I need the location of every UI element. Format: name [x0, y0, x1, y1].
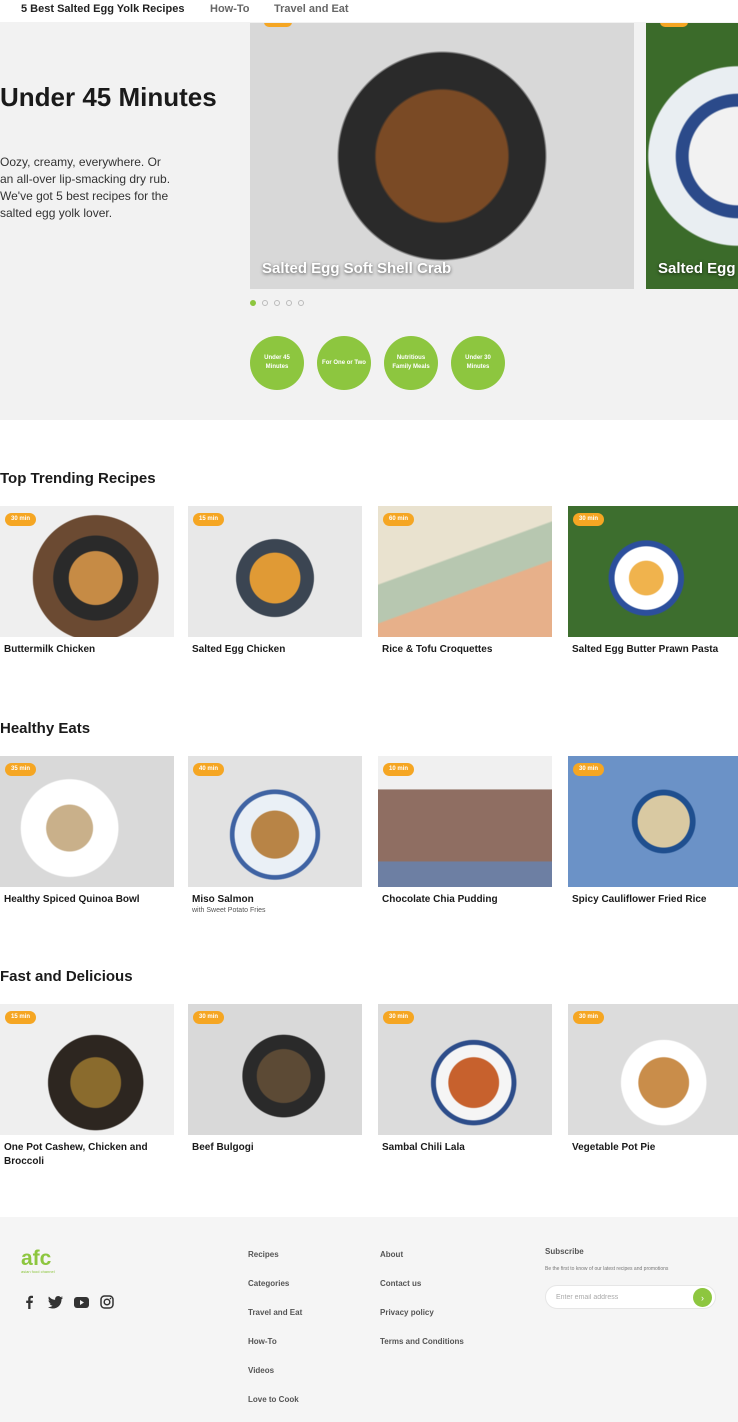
recipe-title[interactable]: Buttermilk Chicken	[4, 643, 169, 657]
hero-slide-2[interactable]: Salted Egg	[646, 23, 738, 289]
slide-badge	[264, 23, 292, 27]
footer-link-travel-and-eat[interactable]: Travel and Eat	[248, 1308, 302, 1337]
hero-description: Oozy, creamy, everywhere. Or an all-over…	[0, 155, 171, 220]
hero-title: Under 45 Minutes	[0, 82, 217, 112]
subscribe-description: Be the first to know of our latest recip…	[545, 1266, 669, 1272]
social-links	[21, 1294, 115, 1310]
recipe-title[interactable]: Salted Egg Chicken	[192, 643, 357, 657]
time-badge: 10 min	[383, 763, 415, 776]
category-for-one-or-two[interactable]: For One or Two	[317, 336, 371, 390]
recipe-image[interactable]: 35 min	[0, 756, 174, 887]
footer-link-love-to-cook[interactable]: Love to Cook	[248, 1395, 302, 1422]
category-under-45-minutes[interactable]: Under 45 Minutes	[250, 336, 304, 390]
youtube-icon[interactable]	[73, 1294, 89, 1310]
section-title: Fast and Delicious	[0, 968, 133, 985]
recipe-title[interactable]: Beef Bulgogi	[192, 1141, 357, 1155]
time-badge: 15 min	[5, 1011, 37, 1024]
time-badge: 40 min	[193, 763, 225, 776]
top-nav: 5 Best Salted Egg Yolk Recipes How-To Tr…	[0, 0, 738, 22]
recipe-title[interactable]: Salted Egg Butter Prawn Pasta	[572, 643, 737, 657]
recipe-image[interactable]: 15 min	[0, 1004, 174, 1135]
time-badge: 15 min	[193, 513, 225, 526]
recipe-title[interactable]: Chocolate Chia Pudding	[382, 893, 547, 907]
footer-links-column-1: Recipes Categories Travel and Eat How-To…	[248, 1250, 302, 1422]
carousel-dots	[250, 300, 304, 306]
recipe-image[interactable]: 30 min	[568, 756, 738, 887]
recipe-subtitle: with Sweet Potato Fries	[192, 907, 266, 914]
nav-item-salted-egg[interactable]: 5 Best Salted Egg Yolk Recipes	[21, 3, 184, 15]
category-nutritious-family-meals[interactable]: Nutritious Family Meals	[384, 336, 438, 390]
slide-badge	[660, 23, 688, 27]
subscribe-form: ›	[545, 1285, 716, 1309]
nav-item-travel-and-eat[interactable]: Travel and Eat	[274, 3, 349, 15]
recipe-title[interactable]: Sambal Chili Lala	[382, 1141, 547, 1155]
category-under-30-minutes[interactable]: Under 30 Minutes	[451, 336, 505, 390]
instagram-icon[interactable]	[99, 1294, 115, 1310]
time-badge: 30 min	[573, 1011, 605, 1024]
time-badge: 60 min	[383, 513, 415, 526]
recipe-image[interactable]: 15 min	[188, 506, 362, 637]
time-badge: 30 min	[5, 513, 37, 526]
subscribe-title: Subscribe	[545, 1247, 584, 1256]
recipe-image[interactable]: 30 min	[188, 1004, 362, 1135]
slide-caption: Salted Egg Soft Shell Crab	[262, 260, 452, 277]
twitter-icon[interactable]	[47, 1294, 63, 1310]
recipe-title[interactable]: Rice & Tofu Croquettes	[382, 643, 547, 657]
recipe-title[interactable]: One Pot Cashew, Chicken and Broccoli	[4, 1141, 169, 1169]
afc-logo[interactable]: afc asian food channel	[21, 1247, 55, 1274]
footer-link-privacy-policy[interactable]: Privacy policy	[380, 1308, 464, 1337]
subscribe-panel: Subscribe Be the first to know of our la…	[545, 1247, 720, 1309]
footer-links-column-2: About Contact us Privacy policy Terms an…	[380, 1250, 464, 1366]
nav-item-how-to[interactable]: How-To	[210, 3, 250, 15]
facebook-icon[interactable]	[21, 1294, 37, 1310]
hero-slide-1[interactable]: Salted Egg Soft Shell Crab	[250, 23, 634, 289]
recipe-image[interactable]: 10 min	[378, 756, 552, 887]
recipe-title[interactable]: Miso Salmon	[192, 893, 357, 907]
recipe-image[interactable]: 30 min	[568, 506, 738, 637]
carousel-dot[interactable]	[250, 300, 256, 306]
slide-caption: Salted Egg	[658, 260, 736, 277]
recipe-image[interactable]: 30 min	[0, 506, 174, 637]
recipe-image[interactable]: 30 min	[378, 1004, 552, 1135]
footer: afc asian food channel Recipes Categorie…	[0, 1217, 738, 1422]
recipe-title[interactable]: Vegetable Pot Pie	[572, 1141, 737, 1155]
carousel-dot[interactable]	[298, 300, 304, 306]
email-input[interactable]	[556, 1291, 686, 1303]
hero: Under 45 Minutes Oozy, creamy, everywher…	[0, 22, 738, 420]
carousel-dot[interactable]	[262, 300, 268, 306]
footer-link-terms[interactable]: Terms and Conditions	[380, 1337, 464, 1366]
recipe-image[interactable]: 60 min	[378, 506, 552, 637]
recipe-image[interactable]: 40 min	[188, 756, 362, 887]
time-badge: 30 min	[573, 763, 605, 776]
footer-link-contact-us[interactable]: Contact us	[380, 1279, 464, 1308]
recipe-title[interactable]: Spicy Cauliflower Fried Rice	[572, 893, 737, 907]
carousel-dot[interactable]	[274, 300, 280, 306]
carousel-dot[interactable]	[286, 300, 292, 306]
logo-text: afc	[21, 1247, 52, 1270]
section-title: Healthy Eats	[0, 720, 91, 737]
section-title: Top Trending Recipes	[0, 470, 156, 487]
time-badge: 30 min	[193, 1011, 225, 1024]
recipe-image[interactable]: 30 min	[568, 1004, 738, 1135]
footer-link-recipes[interactable]: Recipes	[248, 1250, 302, 1279]
category-circles: Under 45 Minutes For One or Two Nutritio…	[250, 336, 505, 390]
footer-link-how-to[interactable]: How-To	[248, 1337, 302, 1366]
time-badge: 30 min	[383, 1011, 415, 1024]
time-badge: 30 min	[573, 513, 605, 526]
recipe-title[interactable]: Healthy Spiced Quinoa Bowl	[4, 893, 169, 907]
footer-link-videos[interactable]: Videos	[248, 1366, 302, 1395]
footer-link-categories[interactable]: Categories	[248, 1279, 302, 1308]
subscribe-submit-button[interactable]: ›	[693, 1288, 712, 1307]
time-badge: 35 min	[5, 763, 37, 776]
footer-link-about[interactable]: About	[380, 1250, 464, 1279]
logo-subtitle: asian food channel	[21, 1269, 55, 1274]
